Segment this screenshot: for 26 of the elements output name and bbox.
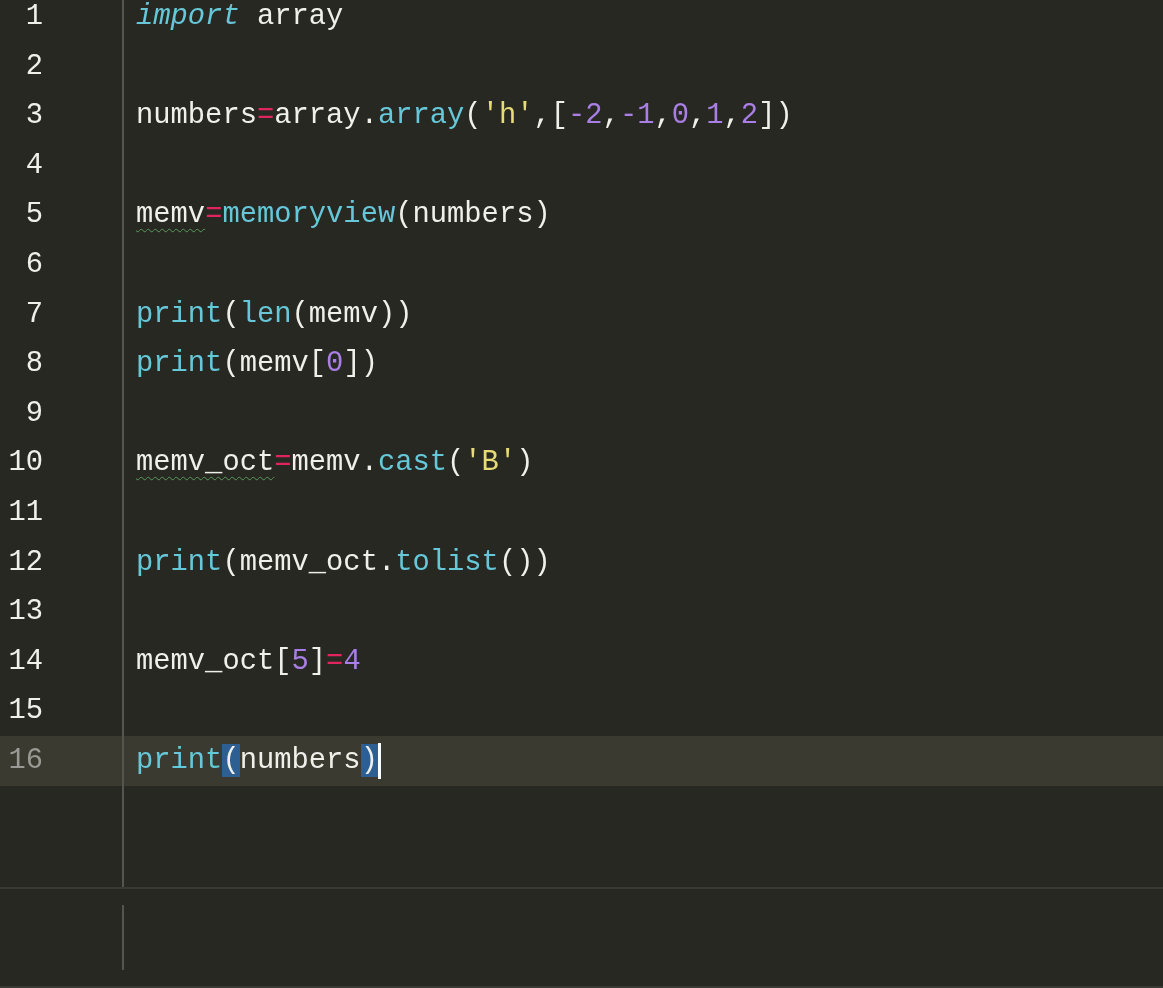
line-number: 15 bbox=[8, 694, 43, 728]
line-number: 12 bbox=[8, 545, 43, 579]
line-number: 16 bbox=[8, 743, 43, 777]
line-number: 8 bbox=[25, 347, 43, 381]
line-number: 4 bbox=[25, 148, 43, 182]
code-line: numbers=array.array('h',[-2,-1,0,1,2]) bbox=[136, 98, 793, 135]
code-line: print(numbers) bbox=[136, 742, 378, 779]
code-line: memv_oct[5]=4 bbox=[136, 643, 361, 680]
line-number: 1 bbox=[25, 0, 43, 33]
code-line: print(len(memv)) bbox=[136, 296, 413, 333]
line-number: 7 bbox=[25, 297, 43, 331]
code-editor[interactable] bbox=[0, 0, 1163, 889]
code-line: memv_oct=memv.cast('B') bbox=[136, 445, 534, 482]
code-line: print(memv[0]) bbox=[136, 346, 378, 383]
line-number: 5 bbox=[25, 198, 43, 232]
line-number: 9 bbox=[25, 396, 43, 430]
line-number: 13 bbox=[8, 595, 43, 629]
code-line: import array bbox=[136, 0, 344, 35]
line-number: 2 bbox=[25, 49, 43, 83]
line-number: 10 bbox=[8, 446, 43, 480]
code-line: print(memv_oct.tolist()) bbox=[136, 544, 551, 581]
code-line: memv=memoryview(numbers) bbox=[136, 197, 551, 234]
line-number: 3 bbox=[25, 99, 43, 133]
line-number: 14 bbox=[8, 644, 43, 678]
line-number: 6 bbox=[25, 247, 43, 281]
line-number: 11 bbox=[8, 495, 43, 529]
